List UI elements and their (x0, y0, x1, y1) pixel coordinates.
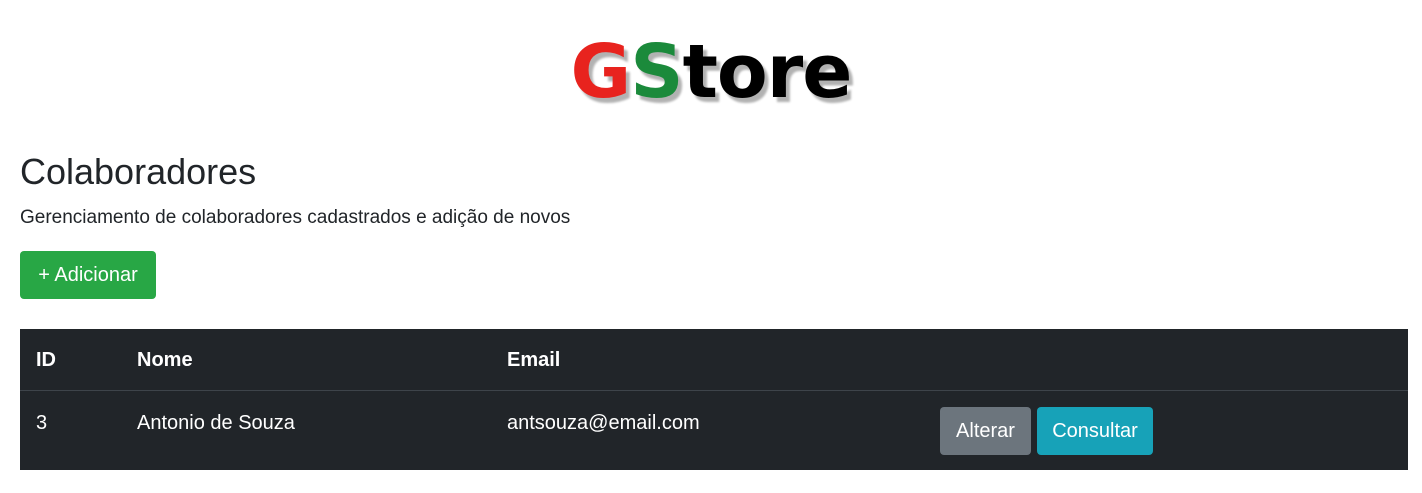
cell-email: antsouza@email.com (507, 412, 700, 434)
logo-letter-g: G (570, 29, 632, 115)
table-header-row: ID Nome Email (20, 329, 1408, 391)
cell-nome: Antonio de Souza (137, 412, 295, 434)
add-button[interactable]: + Adicionar (20, 251, 156, 299)
column-header-id: ID (36, 349, 56, 371)
column-header-nome: Nome (137, 349, 193, 371)
page-subtitle: Gerenciamento de colaboradores cadastrad… (20, 207, 571, 228)
logo-text-rest: tore (682, 29, 853, 115)
table-row: 3 Antonio de Souza antsouza@email.com Al… (20, 391, 1408, 470)
gstore-logo: GStore (570, 29, 853, 115)
logo-container: GStore (0, 32, 1422, 112)
column-header-email: Email (507, 349, 561, 371)
consultar-button[interactable]: Consultar (1037, 407, 1153, 455)
cell-id: 3 (36, 412, 48, 434)
collaborators-table: ID Nome Email 3 Antonio de Souza antsouz… (20, 329, 1408, 470)
page-title: Colaboradores (20, 151, 257, 192)
alterar-button[interactable]: Alterar (940, 407, 1031, 455)
logo-letter-s: S (630, 29, 683, 115)
